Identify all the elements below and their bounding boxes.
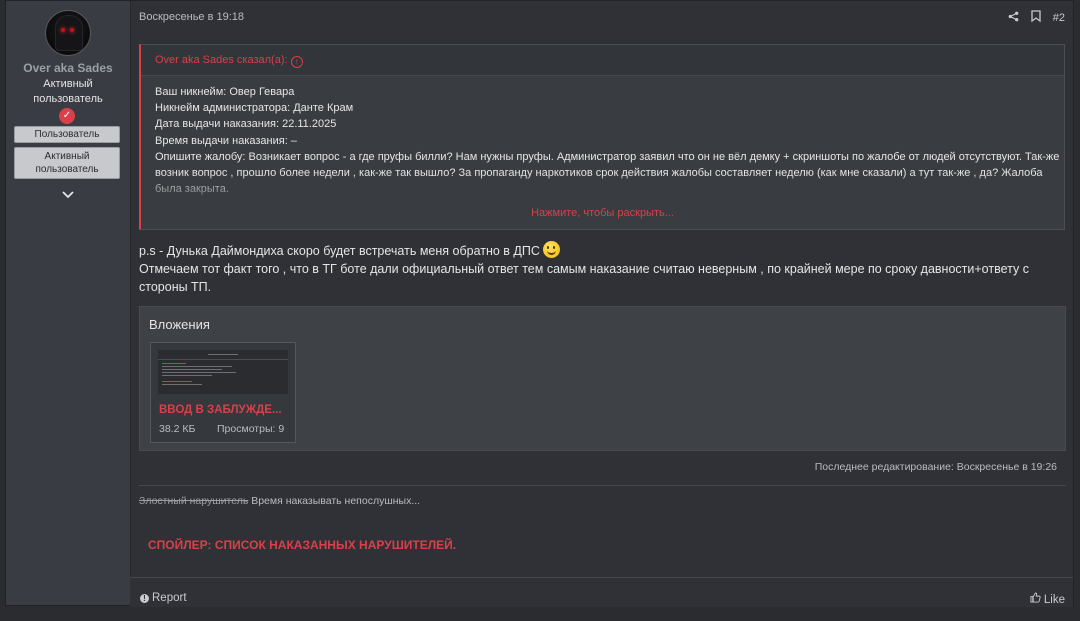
post-main: Воскресенье в 19:18 #2 Over aka Sades ск… — [130, 1, 1073, 607]
quote-author[interactable]: Over aka Sades сказал(а): ↑ — [141, 45, 1064, 76]
user-info-column: Over aka Sades Активный пользователь ✓ П… — [6, 1, 131, 605]
user-banner-user: Пользователь — [14, 126, 120, 143]
post-text: p.s - Дунька Даймондиха скоро будет встр… — [139, 241, 1059, 296]
quote-expand-link[interactable]: Нажмите, чтобы раскрыть... — [141, 207, 1064, 219]
post-actions: #2 — [1008, 10, 1065, 25]
user-title: Активный пользователь — [33, 78, 103, 105]
attachment-thumbnail[interactable] — [158, 350, 288, 394]
avatar[interactable] — [45, 10, 91, 56]
bookmark-icon[interactable] — [1031, 10, 1041, 25]
attachment-views: Просмотры: 9 — [217, 423, 285, 435]
post-number[interactable]: #2 — [1053, 12, 1065, 24]
user-banner-active: Активный пользователь — [14, 147, 120, 179]
post-date[interactable]: Воскресенье в 19:18 — [139, 11, 244, 23]
attachment-name[interactable]: ВВОД В ЗАБЛУЖДЕ... — [159, 404, 287, 416]
attachment-card[interactable]: ВВОД В ЗАБЛУЖДЕ... 38.2 КБ Просмотры: 9 — [150, 342, 296, 443]
forum-post: Over aka Sades Активный пользователь ✓ П… — [5, 0, 1074, 607]
share-icon[interactable] — [1008, 11, 1019, 25]
arrow-up-circle-icon[interactable]: ↑ — [290, 56, 303, 68]
quote-block: Over aka Sades сказал(а): ↑ Ваш никнейм: … — [139, 44, 1065, 230]
post-footer: ! Report Like — [130, 577, 1073, 607]
attachments-title: Вложения — [149, 317, 210, 332]
last-edited: Последнее редактирование: Воскресенье в … — [814, 461, 1057, 473]
username-link[interactable]: Over aka Sades — [6, 61, 130, 75]
attachments-block: Вложения ВВОД В ЗАБЛУЖДЕ... 38.2 КБ Прос… — [139, 306, 1066, 451]
user-badge-icon: ✓ — [59, 108, 75, 124]
chevron-down-icon[interactable] — [59, 187, 77, 202]
signature: Злостный нарушитель Время наказывать неп… — [139, 495, 421, 507]
info-icon: ! — [140, 594, 149, 603]
spoiler-button[interactable]: СПОЙЛЕР: СПИСОК НАКАЗАННЫХ НАРУШИТЕЛЕЙ. — [148, 538, 456, 552]
thumbs-up-icon — [1030, 592, 1044, 606]
attachment-size: 38.2 КБ — [159, 423, 196, 435]
signature-divider — [139, 485, 1066, 486]
like-button[interactable]: Like — [1030, 592, 1065, 606]
report-button[interactable]: ! Report — [140, 592, 187, 604]
smile-emoji-icon — [543, 241, 561, 258]
